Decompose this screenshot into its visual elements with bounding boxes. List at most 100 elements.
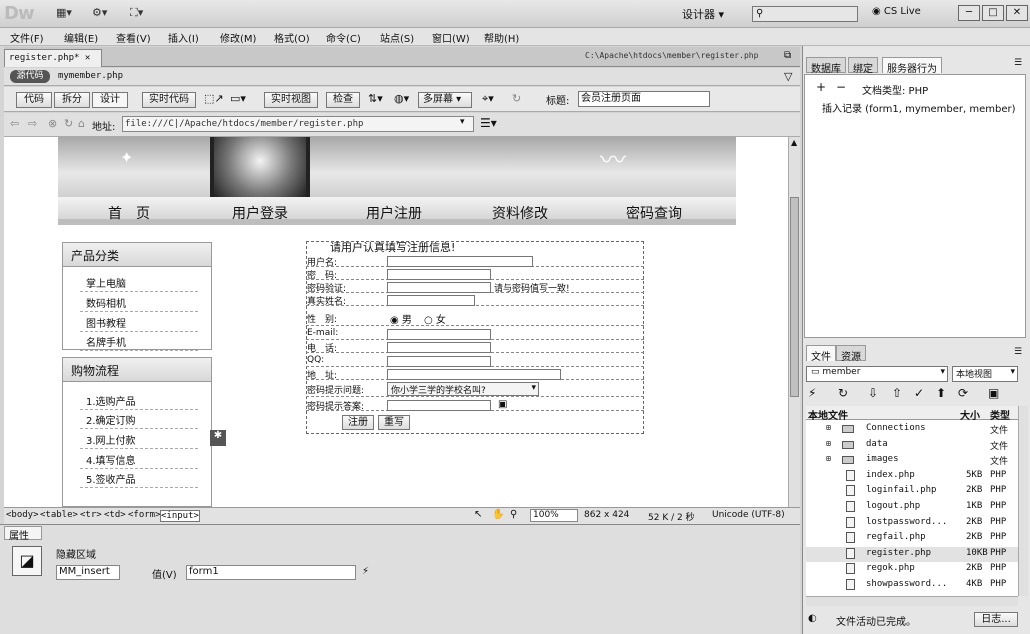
- menu-format[interactable]: 格式(O): [274, 30, 310, 45]
- tab-assets[interactable]: 资源: [836, 345, 866, 363]
- process-step[interactable]: 4.填写信息: [80, 452, 198, 469]
- submit-button[interactable]: 注册: [342, 415, 374, 430]
- check-in-icon[interactable]: ⬆: [936, 386, 946, 400]
- file-row[interactable]: register.php 10KB PHP: [806, 546, 1018, 562]
- sync-icon[interactable]: ⟳: [958, 386, 968, 400]
- nav-password-query[interactable]: 密码查询: [626, 203, 682, 223]
- menu-site[interactable]: 站点(S): [380, 30, 414, 45]
- refresh-icon[interactable]: ↻: [512, 92, 521, 105]
- tab-server-behaviors[interactable]: 服务器行为: [882, 57, 942, 75]
- log-button[interactable]: 日志...: [974, 612, 1018, 627]
- check-out-icon[interactable]: ✓: [914, 386, 924, 400]
- refresh-files-icon[interactable]: ↻: [838, 386, 848, 400]
- site-icon[interactable]: ⛶▾: [130, 6, 156, 22]
- server-behavior-item[interactable]: 插入记录 (form1, mymember, member): [822, 100, 1016, 115]
- inspect-icon[interactable]: ⬚↗: [204, 92, 224, 105]
- forward-icon[interactable]: ⇨: [28, 117, 37, 130]
- window-size[interactable]: 862 x 424: [584, 510, 629, 520]
- tab-bindings[interactable]: 绑定: [848, 57, 878, 75]
- refresh-page-icon[interactable]: ↻: [64, 117, 73, 130]
- realname-input[interactable]: [387, 295, 475, 306]
- username-input[interactable]: [387, 256, 533, 267]
- cs-live-button[interactable]: ◉ CS Live: [872, 6, 921, 17]
- browser-preview-icon[interactable]: ◍▾: [394, 92, 409, 105]
- file-row[interactable]: loginfail.php 2KB PHP: [806, 484, 1018, 499]
- tab-files[interactable]: 文件: [806, 345, 836, 363]
- file-management-icon[interactable]: ⇅▾: [368, 92, 383, 105]
- site-select[interactable]: ▭ member ▾: [806, 366, 948, 382]
- files-panel-menu-icon[interactable]: ☰: [1014, 347, 1022, 357]
- verify-input[interactable]: [387, 282, 491, 293]
- dynamic-data-icon[interactable]: ⚡: [362, 566, 369, 577]
- answer-input[interactable]: [387, 400, 491, 411]
- process-step[interactable]: 2.确定订购: [80, 412, 198, 429]
- menu-view[interactable]: 查看(V): [116, 30, 151, 45]
- maximize-button[interactable]: □: [982, 5, 1004, 21]
- process-step[interactable]: 3.网上付款: [80, 432, 198, 449]
- gender-male-radio[interactable]: ◉ 男: [390, 311, 412, 326]
- tag-td[interactable]: <td>: [104, 510, 126, 520]
- layout-icon[interactable]: ▦▾: [56, 6, 82, 22]
- menu-edit[interactable]: 编辑(E): [64, 30, 98, 45]
- view-select[interactable]: 本地视图 ▾: [952, 366, 1018, 382]
- gender-female-radio[interactable]: ○ 女: [424, 311, 446, 326]
- file-row[interactable]: regfail.php 2KB PHP: [806, 531, 1018, 546]
- filter-icon[interactable]: ▽: [784, 70, 792, 83]
- expand-folder-icon[interactable]: ⊞: [826, 439, 831, 448]
- file-row[interactable]: lostpassword... 2KB PHP: [806, 516, 1018, 531]
- file-row[interactable]: showpassword... 4KB PHP: [806, 578, 1018, 593]
- nav-register[interactable]: 用户注册: [366, 203, 422, 223]
- code-view-button[interactable]: 代码: [16, 92, 52, 108]
- source-code-pill[interactable]: 源代码: [10, 70, 50, 83]
- file-row[interactable]: index.php 5KB PHP: [806, 469, 1018, 484]
- scroll-thumb[interactable]: [790, 197, 799, 397]
- question-select[interactable]: 你小学三学的学校名叫? ▾: [387, 382, 539, 396]
- password-input[interactable]: [387, 269, 491, 280]
- nav-home[interactable]: 首 页: [108, 203, 150, 223]
- close-button[interactable]: ✕: [1006, 5, 1028, 21]
- design-scrollbar[interactable]: ▲: [788, 137, 800, 507]
- inspect-button[interactable]: 检查: [326, 92, 360, 108]
- category-item[interactable]: 名牌手机: [80, 334, 198, 351]
- scroll-up-icon[interactable]: ▲: [791, 138, 797, 147]
- connect-icon[interactable]: ⚡: [808, 386, 816, 400]
- category-item[interactable]: 图书教程: [80, 315, 198, 332]
- get-files-icon[interactable]: ⇩: [868, 386, 878, 400]
- panel-menu-icon[interactable]: ☰: [1014, 58, 1022, 68]
- search-input[interactable]: ⚲: [752, 6, 858, 22]
- expand-folder-icon[interactable]: ⊞: [826, 454, 831, 463]
- menu-file[interactable]: 文件(F): [10, 30, 44, 45]
- select-tool-icon[interactable]: ↖: [474, 509, 482, 520]
- minimize-button[interactable]: ─: [958, 5, 980, 21]
- process-step[interactable]: 5.签收产品: [80, 471, 198, 488]
- file-row[interactable]: logout.php 1KB PHP: [806, 500, 1018, 515]
- stop-icon[interactable]: ⊗: [48, 117, 57, 130]
- tag-input[interactable]: <input>: [160, 510, 200, 522]
- restore-icon[interactable]: ⧉: [784, 50, 791, 61]
- related-file-link[interactable]: mymember.php: [58, 71, 123, 81]
- design-view-button[interactable]: 设计: [92, 92, 128, 108]
- back-icon[interactable]: ⇦: [10, 117, 19, 130]
- email-input[interactable]: [387, 329, 491, 340]
- files-scrollbar[interactable]: [1018, 406, 1028, 596]
- address-input[interactable]: file:///C|/Apache/htdocs/member/register…: [122, 116, 474, 132]
- category-item[interactable]: 掌上电脑: [80, 275, 198, 292]
- file-row[interactable]: ⊞ images 文件: [806, 453, 1018, 468]
- file-row[interactable]: ⊞ Connections 文件: [806, 422, 1018, 437]
- hidden-field-name-input[interactable]: MM_insert: [56, 565, 120, 580]
- expand-folder-icon[interactable]: ⊞: [826, 423, 831, 432]
- tag-tr[interactable]: <tr>: [80, 510, 102, 520]
- hidden-field-value-input[interactable]: form1: [186, 565, 356, 580]
- visual-aids-icon[interactable]: ⌖▾: [482, 92, 494, 106]
- split-view-button[interactable]: 拆分: [54, 92, 90, 108]
- multiscreen-button[interactable]: 多屏幕 ▾: [418, 92, 472, 108]
- category-item[interactable]: 数码相机: [80, 295, 198, 312]
- menu-window[interactable]: 窗口(W): [432, 30, 470, 45]
- file-row[interactable]: ⊞ data 文件: [806, 438, 1018, 453]
- workspace-switcher[interactable]: 设计器 ▾: [682, 6, 724, 22]
- live-view-button[interactable]: 实时视图: [264, 92, 318, 108]
- tag-form[interactable]: <form>: [128, 510, 161, 520]
- qq-input[interactable]: [387, 356, 491, 367]
- page-title-input[interactable]: 会员注册页面: [578, 91, 710, 107]
- hand-tool-icon[interactable]: ✋: [492, 509, 504, 520]
